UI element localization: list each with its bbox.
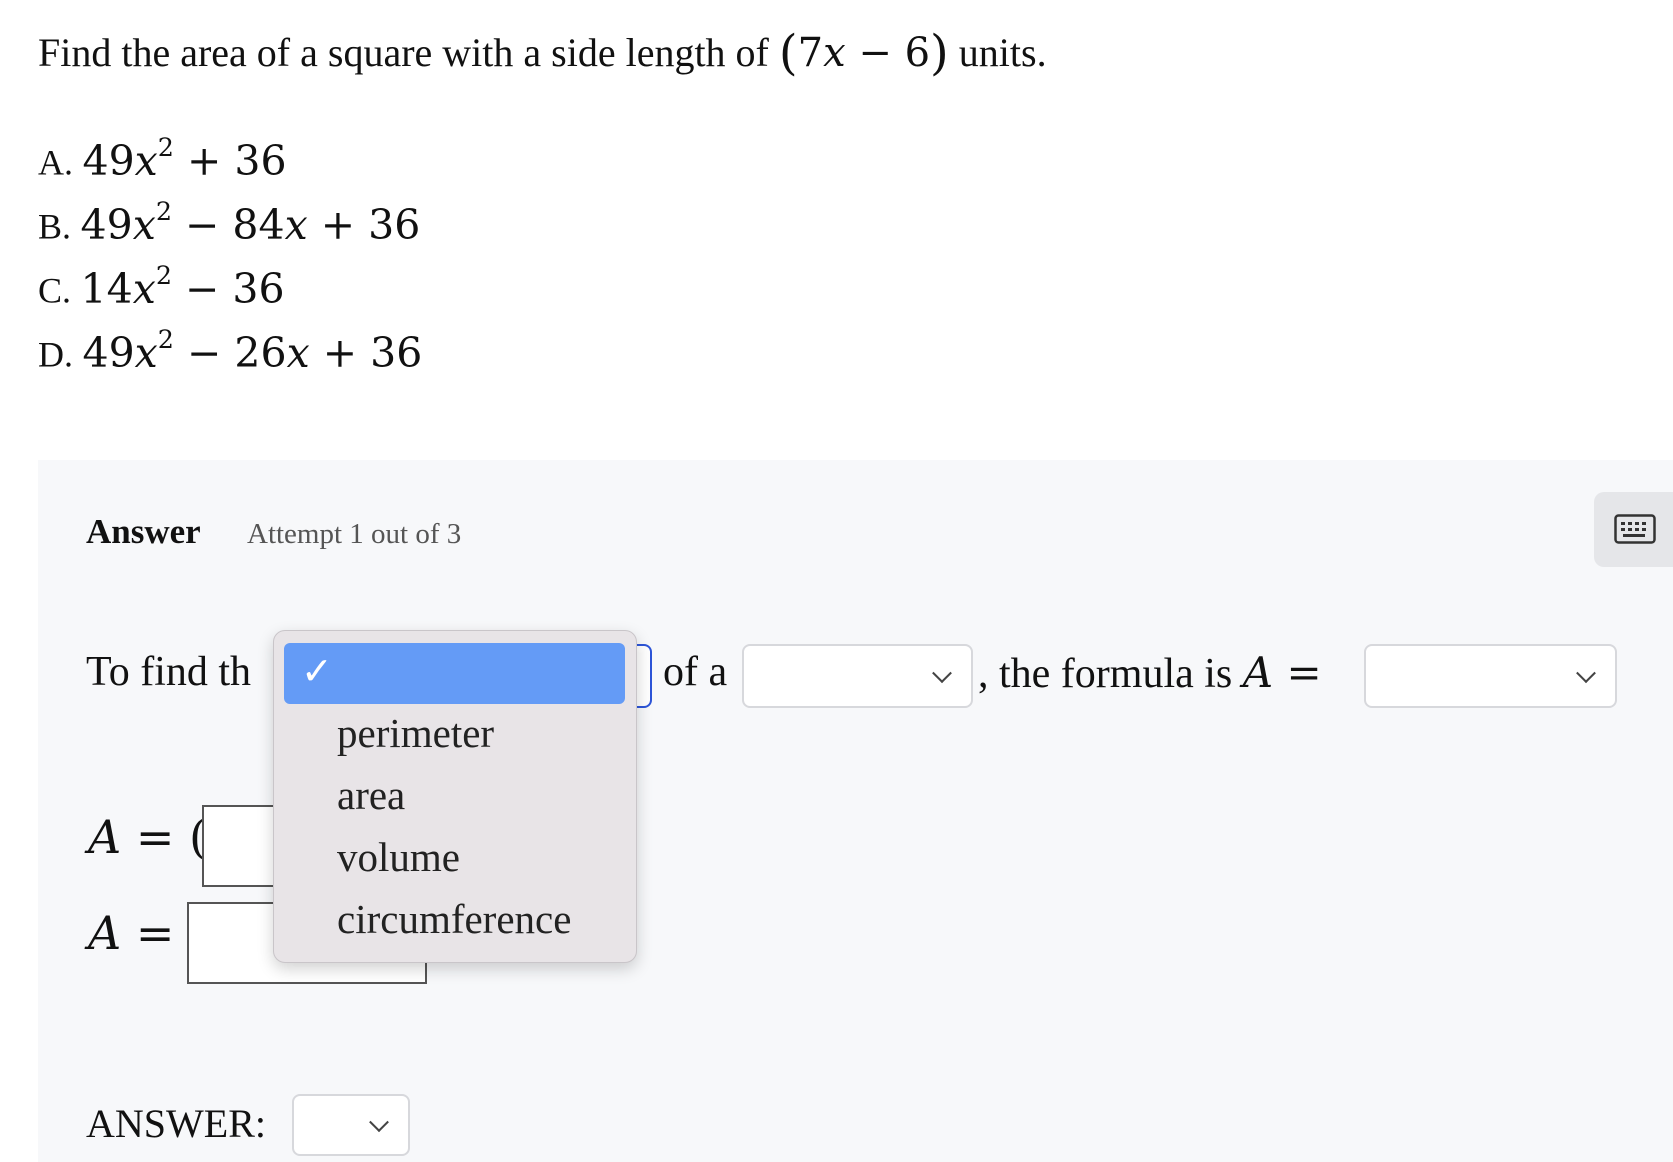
final-answer-select[interactable]: [292, 1094, 410, 1156]
choice-c: C. 14x2 − 36: [38, 260, 285, 313]
chevron-down-icon: [932, 663, 952, 684]
choice-d: D. 49x2 − 26x + 36: [38, 324, 423, 377]
coef: 7: [797, 30, 824, 76]
choice-a: A. 49x2 + 36: [38, 132, 287, 185]
open-paren: (: [778, 25, 798, 81]
chevron-down-icon: [369, 1112, 389, 1133]
equation-2-lhs: A =: [88, 906, 175, 960]
minus-six: − 6: [845, 30, 931, 76]
sentence-part2: of a: [663, 649, 728, 695]
choice-expr: 49x2 + 36: [82, 132, 287, 185]
choice-letter: D.: [38, 334, 73, 375]
choice-expr: 14x2 − 36: [80, 260, 285, 313]
choice-b: B. 49x2 − 84x + 36: [38, 196, 421, 249]
dropdown-option-blank-selected[interactable]: ✓: [284, 643, 625, 704]
keyboard-button[interactable]: [1594, 492, 1673, 567]
equation-1-lhs: A = (: [88, 810, 207, 864]
choice-letter: B.: [38, 206, 72, 247]
chevron-down-icon: [1576, 663, 1596, 684]
dropdown-option-volume[interactable]: volume: [337, 833, 460, 881]
formula-select[interactable]: [1364, 644, 1617, 708]
dropdown-option-circumference[interactable]: circumference: [337, 895, 571, 943]
answer-label: Answer: [86, 512, 201, 551]
attempt-counter: Attempt 1 out of 3: [247, 518, 462, 550]
keyboard-icon: [1614, 514, 1656, 544]
question-text: Find the area of a square with a side le…: [38, 22, 1047, 81]
var-x: x: [823, 30, 846, 76]
choice-expr: 49x2 − 26x + 36: [82, 324, 423, 377]
choice-expr: 49x2 − 84x + 36: [80, 196, 421, 249]
close-paren: ): [930, 25, 949, 81]
choice-letter: A.: [38, 142, 73, 183]
question-prefix: Find the area of a square with a side le…: [38, 30, 779, 75]
question-suffix: units.: [948, 30, 1047, 75]
sentence-part1: To find th: [86, 649, 252, 695]
dropdown-option-perimeter[interactable]: perimeter: [337, 709, 494, 757]
final-answer-label: ANSWER:: [86, 1101, 266, 1146]
sentence-part3: , the formula is A =: [978, 648, 1322, 697]
dropdown-option-area[interactable]: area: [337, 771, 405, 819]
checkmark-icon: ✓: [301, 649, 333, 693]
shape-select[interactable]: [742, 644, 973, 708]
choice-letter: C.: [38, 270, 72, 311]
measure-dropdown-menu[interactable]: ✓ perimeter area volume circumference: [273, 630, 637, 963]
